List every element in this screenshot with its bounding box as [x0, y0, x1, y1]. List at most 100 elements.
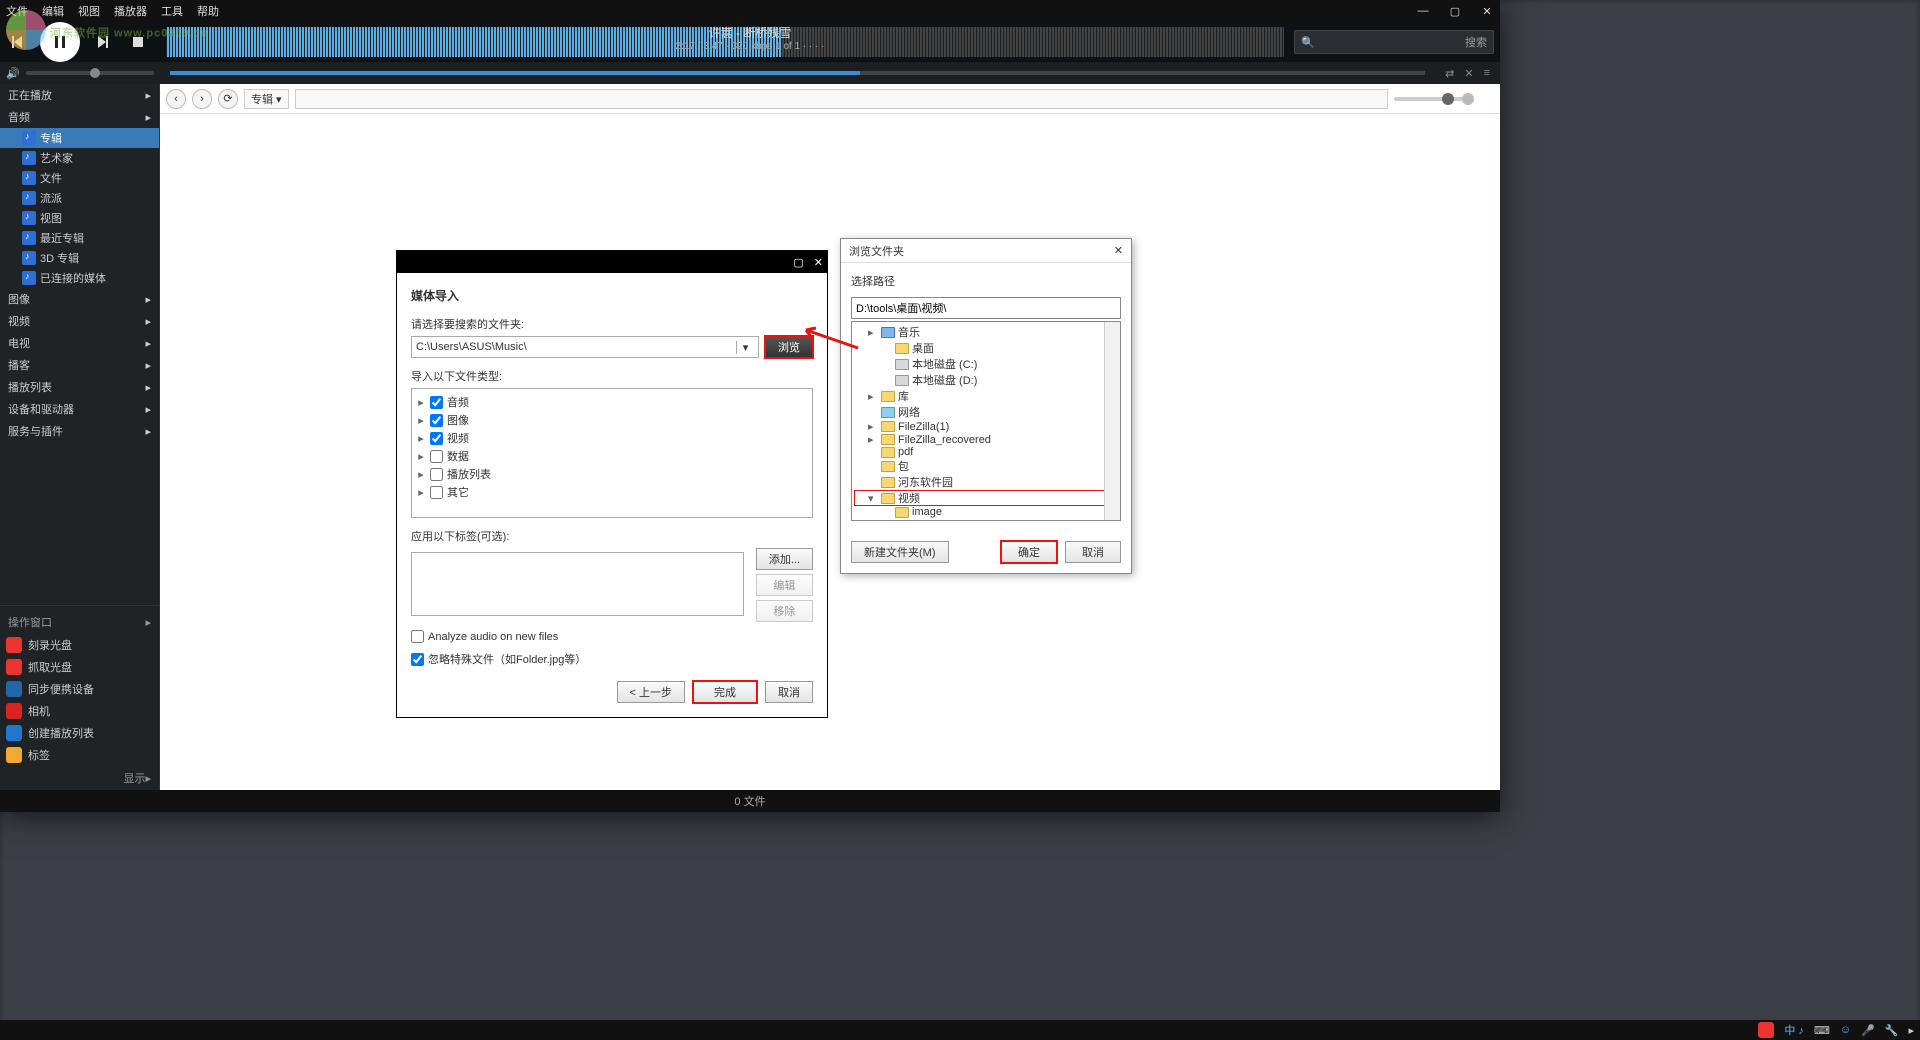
sidebar-cat[interactable]: 设备和驱动器▸: [0, 398, 159, 420]
folder-tree[interactable]: ▸音乐桌面本地磁盘 (C:)本地磁盘 (D:)▸库网络▸FileZilla(1)…: [851, 321, 1121, 521]
sidebar-cat[interactable]: 视频▸: [0, 310, 159, 332]
refresh-button[interactable]: ⟳: [218, 89, 238, 109]
type-row[interactable]: ▸ 图像: [416, 411, 808, 429]
ok-button[interactable]: 确定: [1001, 541, 1057, 563]
type-checkbox[interactable]: [430, 396, 443, 409]
type-checkbox[interactable]: [430, 414, 443, 427]
seek-bar[interactable]: [170, 71, 1425, 75]
browse-cancel-button[interactable]: 取消: [1065, 541, 1121, 563]
tree-node[interactable]: ▸音乐: [854, 324, 1118, 340]
maximize-icon[interactable]: ▢: [1448, 4, 1462, 18]
sidebar-cat[interactable]: 电视▸: [0, 332, 159, 354]
type-row[interactable]: ▸ 数据: [416, 447, 808, 465]
type-row[interactable]: ▸ 播放列表: [416, 465, 808, 483]
tray-smile-icon[interactable]: ☺: [1840, 1024, 1851, 1036]
search-input[interactable]: 🔍 搜索: [1294, 30, 1494, 54]
tree-node[interactable]: ▸FileZilla_recovered: [854, 433, 1118, 446]
stop-button[interactable]: [120, 24, 156, 60]
forward-button[interactable]: ›: [192, 89, 212, 109]
browse-close-icon[interactable]: ✕: [1114, 244, 1123, 257]
menu-help[interactable]: 帮助: [197, 3, 219, 19]
waveform[interactable]: [166, 27, 1284, 57]
analyze-checkbox[interactable]: [411, 630, 424, 643]
tray-lang[interactable]: 中 ♪: [1784, 1022, 1804, 1038]
menu-tools[interactable]: 工具: [161, 3, 183, 19]
sidebar-item[interactable]: 专辑: [0, 128, 159, 148]
action-item[interactable]: 同步便携设备: [0, 678, 159, 700]
tray-ime-icon[interactable]: [1758, 1022, 1774, 1038]
breadcrumb-path[interactable]: [295, 89, 1388, 109]
sidebar-cat[interactable]: 播客▸: [0, 354, 159, 376]
dialog-close-icon[interactable]: ✕: [814, 256, 823, 269]
action-item[interactable]: 标签: [0, 744, 159, 766]
add-tag-button[interactable]: 添加...: [756, 548, 813, 570]
action-item[interactable]: 相机: [0, 700, 159, 722]
tree-node[interactable]: ▸库: [854, 388, 1118, 404]
action-item[interactable]: 刻录光盘: [0, 634, 159, 656]
menu-view[interactable]: 视图: [78, 3, 100, 19]
type-checkbox[interactable]: [430, 450, 443, 463]
sidebar-cat[interactable]: 正在播放▸: [0, 84, 159, 106]
scrollbar[interactable]: [1104, 322, 1120, 520]
type-checkbox[interactable]: [430, 486, 443, 499]
tree-node[interactable]: ▾视频: [854, 490, 1118, 506]
type-row[interactable]: ▸ 视频: [416, 429, 808, 447]
tree-node[interactable]: 河东软件园: [854, 474, 1118, 490]
sidebar-item[interactable]: 艺术家: [0, 148, 159, 168]
sidebar-item[interactable]: 视图: [0, 208, 159, 228]
chevron-down-icon[interactable]: ▾: [736, 341, 754, 354]
sidebar-cat[interactable]: 播放列表▸: [0, 376, 159, 398]
tray-mic-icon[interactable]: 🎤: [1861, 1024, 1875, 1037]
sidebar-item[interactable]: 文件: [0, 168, 159, 188]
tray-chevron-icon[interactable]: ▸: [1908, 1024, 1914, 1037]
prev-button[interactable]: < 上一步: [617, 681, 685, 703]
zoom-slider[interactable]: [1394, 97, 1474, 101]
cancel-button[interactable]: 取消: [765, 681, 813, 703]
path-input[interactable]: C:\Users\ASUS\Music\▾: [411, 336, 759, 358]
tree-node[interactable]: image: [854, 506, 1118, 518]
browse-button[interactable]: 浏览: [765, 336, 813, 358]
sidebar-cat[interactable]: 图像▸: [0, 288, 159, 310]
new-folder-button[interactable]: 新建文件夹(M): [851, 541, 949, 563]
ignore-checkbox[interactable]: [411, 653, 424, 666]
sidebar-cat[interactable]: 音频▸: [0, 106, 159, 128]
tags-list[interactable]: [411, 552, 744, 616]
close-icon[interactable]: ✕: [1480, 4, 1494, 18]
volume-control[interactable]: 🔊: [0, 67, 160, 80]
menu-edit[interactable]: 编辑: [42, 3, 64, 19]
tree-node[interactable]: ▸FileZilla(1): [854, 420, 1118, 433]
type-checkbox[interactable]: [430, 432, 443, 445]
minimize-icon[interactable]: —: [1416, 4, 1430, 18]
sidebar-footer[interactable]: 显示 ▸: [0, 766, 159, 790]
sidebar-item[interactable]: 3D 专辑: [0, 248, 159, 268]
repeat-icon[interactable]: ⇄: [1445, 67, 1454, 80]
type-row[interactable]: ▸ 其它: [416, 483, 808, 501]
play-pause-button[interactable]: [40, 22, 80, 62]
prev-track-button[interactable]: [0, 24, 36, 60]
sidebar-item[interactable]: 已连接的媒体: [0, 268, 159, 288]
sidebar-cat[interactable]: 服务与插件▸: [0, 420, 159, 442]
tray-wrench-icon[interactable]: 🔧: [1885, 1024, 1899, 1037]
tree-node[interactable]: pdf: [854, 446, 1118, 458]
back-button[interactable]: ‹: [166, 89, 186, 109]
dialog-maximize-icon[interactable]: ▢: [793, 256, 803, 269]
finish-button[interactable]: 完成: [693, 681, 757, 703]
breadcrumb-album[interactable]: 专辑 ▾: [244, 89, 289, 109]
next-track-button[interactable]: [84, 24, 120, 60]
sidebar-item[interactable]: 流派: [0, 188, 159, 208]
tree-node[interactable]: 网络: [854, 404, 1118, 420]
type-checkbox[interactable]: [430, 468, 443, 481]
action-item[interactable]: 创建播放列表: [0, 722, 159, 744]
tree-node[interactable]: 桌面: [854, 340, 1118, 356]
tree-node[interactable]: 包: [854, 458, 1118, 474]
browse-path-input[interactable]: [851, 297, 1121, 319]
action-item[interactable]: 抓取光盘: [0, 656, 159, 678]
tree-node[interactable]: 本地磁盘 (C:): [854, 356, 1118, 372]
sidebar-item[interactable]: 最近专辑: [0, 228, 159, 248]
playlist-icon[interactable]: ≡: [1484, 67, 1490, 80]
type-row[interactable]: ▸ 音频: [416, 393, 808, 411]
tree-node[interactable]: 本地磁盘 (D:): [854, 372, 1118, 388]
tray-keyboard-icon[interactable]: ⌨: [1814, 1024, 1830, 1037]
shuffle-icon[interactable]: ✕: [1464, 67, 1473, 80]
menu-file[interactable]: 文件: [6, 3, 28, 19]
